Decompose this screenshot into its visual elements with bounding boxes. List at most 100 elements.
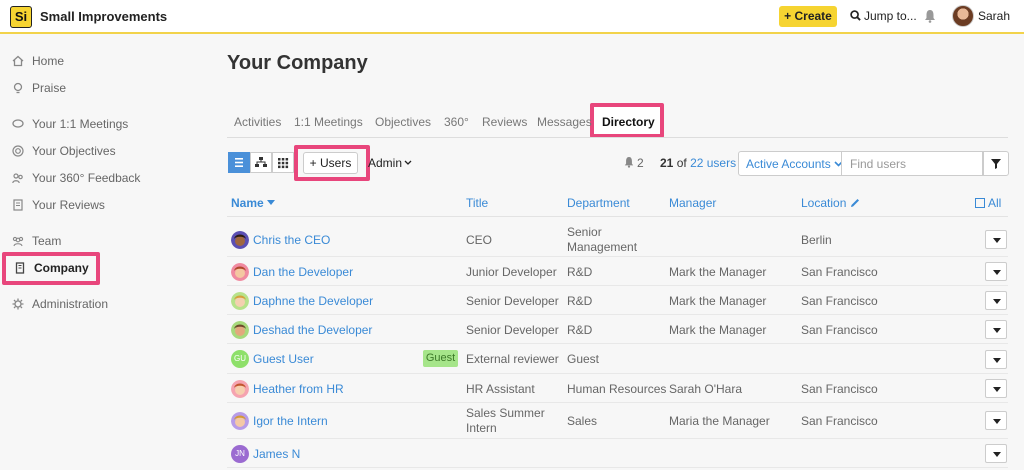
target-icon [12,145,24,157]
total-users-link[interactable]: 22 users [690,156,736,170]
avatar[interactable] [231,321,249,339]
user-title: Senior Developer [466,294,559,308]
user-name-link[interactable]: Deshad the Developer [253,323,372,338]
avatar[interactable] [231,292,249,310]
table-row[interactable]: Igor the Intern Sales Summer Intern Sale… [227,403,1008,439]
avatar[interactable] [231,380,249,398]
user-name-link[interactable]: Igor the Intern [253,414,328,429]
filter-button[interactable] [983,151,1009,176]
user-location: Berlin [801,233,832,247]
user-location: San Francisco [801,414,878,428]
tab-meetings[interactable]: 1:1 Meetings [294,115,363,129]
tab-directory[interactable]: Directory [602,115,655,129]
shown-count: 21 [660,156,674,170]
sidebar-item-praise[interactable]: Praise [12,79,66,97]
user-name-link[interactable]: Chris the CEO [253,233,330,248]
sidebar-item-reviews[interactable]: Your Reviews [12,196,105,214]
user-name-link[interactable]: Guest User [253,352,314,367]
avatar-initials[interactable]: GU [231,350,249,368]
active-accounts-dropdown[interactable]: Active Accounts [746,157,843,171]
chat-icon [12,119,24,128]
tab-messages[interactable]: Messages [537,115,592,129]
user-avatar[interactable] [952,5,974,27]
building-icon [15,262,25,274]
user-name-link[interactable]: Daphne the Developer [253,294,373,309]
column-header-manager[interactable]: Manager [669,196,716,210]
notification-count[interactable]: 2 [624,156,644,170]
table-row[interactable]: GU Guest User Guest External reviewer Gu… [227,344,1008,374]
row-actions-dropdown[interactable] [985,350,1007,369]
grid-icon [278,158,289,169]
row-actions-dropdown[interactable] [985,444,1007,463]
table-row[interactable]: Dan the Developer Junior Developer R&D M… [227,257,1008,286]
sidebar-item-objectives[interactable]: Your Objectives [12,142,116,160]
column-header-name[interactable]: Name [231,196,275,210]
add-users-button[interactable]: + Users [303,152,358,174]
row-actions-dropdown[interactable] [985,411,1007,430]
row-actions-dropdown[interactable] [985,379,1007,398]
row-actions-dropdown[interactable] [985,262,1007,281]
sidebar-item-home[interactable]: Home [12,52,64,70]
sidebar-item-administration[interactable]: Administration [12,295,108,313]
table-row[interactable]: Heather from HR HR Assistant Human Resou… [227,374,1008,403]
avatar-initials[interactable]: JN [231,445,249,463]
user-title: Senior Developer [466,323,559,337]
user-manager: Mark the Manager [669,323,767,337]
tab-reviews[interactable]: Reviews [482,115,527,129]
sidebar-item-meetings[interactable]: Your 1:1 Meetings [12,115,128,133]
sidebar-item-label: Home [32,54,65,68]
user-department: Senior Management [567,225,638,254]
sort-down-icon [266,200,275,205]
user-title: HR Assistant [466,382,535,396]
admin-label: Admin [368,156,403,170]
avatar[interactable] [231,412,249,430]
table-row[interactable]: JN James N [227,439,1008,468]
list-view-button[interactable] [228,152,250,173]
tab-activities[interactable]: Activities [234,115,281,129]
sidebar-item-team[interactable]: Team [12,232,61,250]
org-chart-view-button[interactable] [250,152,272,173]
column-header-location[interactable]: Location [801,196,860,210]
user-name-link[interactable]: James N [253,447,300,462]
name-header-label: Name [231,196,264,210]
user-name-link[interactable]: Heather from HR [253,382,344,397]
user-department: R&D [567,294,593,308]
grid-view-button[interactable] [272,152,294,173]
admin-dropdown[interactable]: Admin [368,156,412,170]
row-actions-dropdown[interactable] [985,320,1007,339]
jump-to-button[interactable]: Jump to... [850,9,917,23]
find-users-input[interactable] [841,152,981,175]
user-name-link[interactable]: Dan the Developer [253,265,353,280]
user-department: Guest [567,352,600,366]
user-department: Human Resources [567,382,667,396]
user-location: San Francisco [801,294,878,308]
app-name[interactable]: Small Improvements [40,9,167,24]
column-header-department[interactable]: Department [567,196,630,210]
sidebar-item-label: Your Reviews [32,198,105,212]
user-location: San Francisco [801,265,878,279]
table-row[interactable]: Daphne the Developer Senior Developer R&… [227,286,1008,315]
avatar[interactable] [231,263,249,281]
tab-360[interactable]: 360° [444,115,469,129]
user-count: 21 of 22 users [660,156,736,170]
notification-number: 2 [637,156,644,170]
app-logo[interactable]: Si [10,6,32,28]
row-actions-dropdown[interactable] [985,291,1007,310]
select-all[interactable]: All [975,196,1001,210]
table-row[interactable]: Deshad the Developer Senior Developer R&… [227,315,1008,344]
lightbulb-icon [13,82,23,94]
create-button[interactable]: + Create [779,6,837,27]
user-name[interactable]: Sarah [978,9,1010,23]
page-title: Your Company [227,52,368,74]
row-actions-dropdown[interactable] [985,230,1007,249]
search-icon [850,10,861,21]
user-department: R&D [567,323,593,337]
sidebar-item-company[interactable]: Company [14,259,89,277]
tab-objectives[interactable]: Objectives [375,115,431,129]
column-header-title[interactable]: Title [466,196,488,210]
sidebar-item-360-feedback[interactable]: Your 360° Feedback [12,169,140,187]
user-location: San Francisco [801,323,878,337]
avatar[interactable] [231,231,249,249]
table-row[interactable]: Chris the CEO CEO Senior Management Berl… [227,224,1008,257]
bell-icon[interactable] [924,9,936,23]
